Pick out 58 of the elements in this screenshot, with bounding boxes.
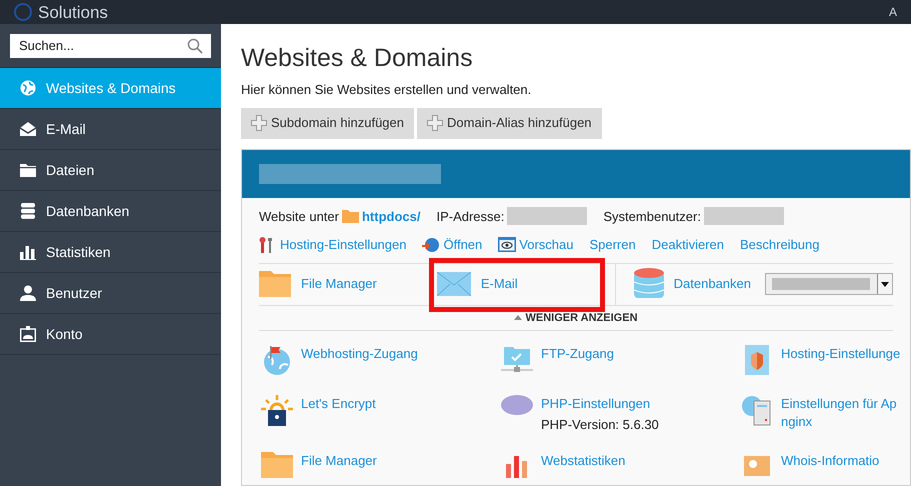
action-link[interactable]: Deaktivieren [652, 235, 724, 254]
folder-icon [342, 209, 359, 224]
search-icon[interactable] [187, 38, 203, 54]
page-title: Websites & Domains [241, 43, 474, 74]
info-label: Website unter [259, 208, 339, 226]
network-folder-icon [501, 345, 533, 375]
folder-icon [259, 271, 291, 297]
action-link[interactable]: Vorschau [498, 235, 574, 254]
folder-icon [261, 452, 293, 478]
tool-link[interactable]: E-Mail [480, 274, 518, 294]
action-link[interactable]: Beschreibung [740, 235, 820, 254]
search-field[interactable]: Suchen... [10, 34, 211, 58]
feature-link[interactable]: Webhosting-Zugang [301, 345, 418, 363]
feature-link[interactable]: Hosting-Einstellunge [781, 345, 900, 363]
directory-link[interactable]: httpdocs/ [362, 206, 420, 226]
folder-icon [20, 164, 36, 176]
version-text: PHP-Version: 5.6.30 [541, 416, 659, 434]
envelope-icon [20, 122, 36, 136]
plus-icon [427, 115, 443, 131]
caret-down-icon [881, 282, 889, 286]
padlock-sun-icon [261, 395, 293, 427]
logo-text: Solutions [38, 4, 108, 20]
show-less-toggle[interactable]: WENIGER ANZEIGEN [514, 310, 638, 326]
logo-circle-icon [14, 3, 34, 21]
database-dropdown[interactable] [765, 273, 893, 295]
shield-document-icon [743, 345, 771, 377]
feature-link[interactable]: FTP-Zugang [541, 345, 614, 363]
plus-icon [251, 115, 267, 131]
globe-icon [20, 80, 36, 96]
id-card-icon [20, 326, 36, 342]
info-label: Systembenutzer: [603, 208, 701, 226]
page-description: Hier können Sie Websites erstellen und verwalten. [241, 81, 532, 99]
add-button[interactable]: Subdomain hinzufügen [241, 108, 414, 138]
corner-text: A [888, 4, 897, 21]
eye-window-icon [498, 237, 516, 252]
feature-link[interactable]: Einstellungen für Ap [781, 395, 897, 413]
globe-flag-icon [262, 345, 292, 375]
action-link[interactable]: Hosting-Einstellungen [259, 235, 406, 254]
action-link[interactable]: Öffnen [422, 235, 482, 254]
sidebar-item[interactable]: Websites & Domains [0, 68, 221, 109]
feature-link[interactable]: PHP-Einstellungen [541, 395, 659, 413]
tool-link[interactable]: File Manager [301, 274, 377, 294]
feature-link[interactable]: Webstatistiken [541, 452, 626, 470]
user-icon [20, 285, 36, 301]
feature-link[interactable]: File Manager [301, 452, 377, 470]
feature-link[interactable]: Let's Encrypt [301, 395, 376, 413]
info-label: IP-Adresse: [436, 208, 504, 226]
database-icon [21, 203, 35, 219]
database-icon [634, 268, 664, 300]
tool-link[interactable]: Datenbanken [674, 274, 751, 294]
bar-chart-icon [20, 244, 36, 260]
action-link[interactable]: Sperren [589, 235, 636, 254]
feature-link[interactable]: Whois-Informatio [781, 452, 880, 470]
feature-link[interactable]: nginx [781, 413, 897, 431]
globe-server-icon [741, 395, 773, 427]
add-button[interactable]: Domain-Alias hinzufügen [417, 108, 602, 138]
caret-up-icon [514, 315, 522, 320]
envelope-icon [436, 272, 471, 296]
